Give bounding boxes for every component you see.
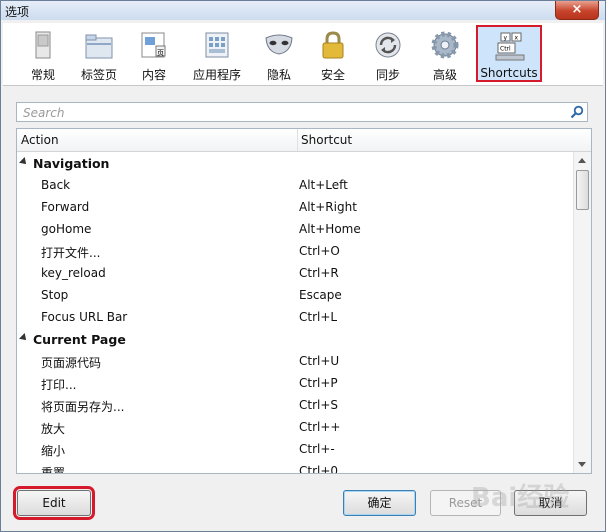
table-row[interactable]: 打开文件... Ctrl+O [17,240,573,262]
shortcut-cell: Ctrl+S [299,398,339,412]
table-header: Action Shortcut [17,129,591,152]
toolbar-label: 常规 [30,68,55,82]
toolbar-privacy[interactable]: 隐私 [253,26,305,82]
shortcut-cell: Ctrl+P [299,376,338,390]
edit-button[interactable]: Edit [13,486,95,520]
shortcut-cell: Escape [299,288,342,302]
shortcut-cell: Ctrl++ [299,420,341,434]
options-window: 选项 × 常规 标签页 页 内容 应用程序 隐私 安全 同步 高级 y x Ct… [0,0,606,532]
toolbar-general[interactable]: 常规 [17,26,69,82]
action-cell: 将页面另存为... [41,400,125,414]
shortcut-cell: Alt+Home [299,222,361,236]
action-cell: Focus URL Bar [41,310,128,324]
search-icon[interactable] [570,105,584,119]
table-row[interactable]: key_reload Ctrl+R [17,262,573,284]
scroll-up-icon[interactable] [578,158,586,163]
table-row[interactable]: 放大 Ctrl++ [17,416,573,438]
action-cell: 页面源代码 [41,356,102,370]
column-header-shortcut[interactable]: Shortcut [301,133,352,147]
shortcut-cell: Ctrl+- [299,442,335,456]
search-box [16,102,588,122]
shortcut-cell: Ctrl+O [299,244,340,258]
search-input[interactable] [21,104,565,122]
shortcut-cell: Ctrl+R [299,266,339,280]
applications-icon [205,32,229,58]
watermark: Bai经验 [471,483,570,513]
lock-icon [322,31,344,59]
toolbar-label: 隐私 [266,68,291,82]
action-cell: 打印... [41,378,77,392]
action-cell: 打开文件... [41,246,101,260]
toolbar-advanced[interactable]: 高级 [419,26,471,82]
toolbar-sync[interactable]: 同步 [362,26,414,82]
action-cell: Back [41,178,71,192]
table-row[interactable]: 缩小 Ctrl+- [17,438,573,460]
switch-icon [35,31,51,59]
title-bar: 选项 × [1,1,605,20]
gear-icon [431,31,459,59]
shortcut-cell: Alt+Left [299,178,348,192]
toolbar-label: 内容 [141,68,166,82]
table-row[interactable]: Forward Alt+Right [17,196,573,218]
toolbar-tabs[interactable]: 标签页 [73,26,125,82]
action-cell: Stop [41,288,69,302]
close-button[interactable]: × [555,1,599,20]
keycap-ctrl: Ctrl [500,46,511,53]
table-row[interactable]: 重置 Ctrl+0 [17,460,573,474]
group-row-navigation[interactable]: Navigation [17,152,573,174]
table-row[interactable]: 页面源代码 Ctrl+U [17,350,573,372]
shortcut-cell: Ctrl+L [299,310,338,324]
toolbar-label: 同步 [375,68,400,82]
group-row-current-page[interactable]: Current Page [17,328,573,350]
table-row[interactable]: 打印... Ctrl+P [17,372,573,394]
action-cell: key_reload [41,266,106,280]
ok-button[interactable]: 确定 [343,490,416,516]
mask-icon [265,34,293,55]
keycap-x: x [515,35,519,42]
scroll-down-icon[interactable] [578,462,586,467]
column-header-action[interactable]: Action [21,133,59,147]
table-row[interactable]: Back Alt+Left [17,174,573,196]
shortcuts-table: Action Shortcut Navigation Back Alt+Left … [16,128,592,474]
table-row[interactable]: goHome Alt+Home [17,218,573,240]
tabs-icon [85,34,113,59]
table-row[interactable]: Focus URL Bar Ctrl+L [17,306,573,328]
shortcut-cell: Alt+Right [299,200,357,214]
scroll-thumb[interactable] [576,170,589,210]
table-body: Navigation Back Alt+Left Forward Alt+Right… [17,152,573,474]
toolbar-shortcuts[interactable]: y x Ctrl Shortcuts [476,25,542,82]
vertical-scrollbar[interactable] [573,152,591,473]
toolbar-label: 安全 [320,68,345,82]
options-toolbar: 常规 标签页 页 内容 应用程序 隐私 安全 同步 高级 y x Ctrl Sh… [3,23,603,86]
table-row[interactable]: Stop Escape [17,284,573,306]
toolbar-label: 应用程序 [192,68,241,82]
action-cell: 重置 [41,466,66,474]
collapse-triangle-icon[interactable] [19,333,29,343]
action-cell: 缩小 [41,444,66,458]
shortcut-cell: Ctrl+0 [299,464,339,474]
action-cell: Forward [41,200,90,214]
collapse-triangle-icon[interactable] [19,157,29,167]
toolbar-applications[interactable]: 应用程序 [191,26,243,82]
action-cell: goHome [41,222,92,236]
keyboard-icon: y x Ctrl [495,32,525,61]
svg-text:页: 页 [157,49,164,57]
toolbar-label: Shortcuts [480,66,538,80]
group-label: Navigation [33,156,110,171]
toolbar-label: 高级 [432,68,457,82]
content-icon: 页 [141,32,166,58]
column-divider[interactable] [297,129,298,151]
toolbar-security[interactable]: 安全 [307,26,359,82]
group-label: Current Page [33,332,126,347]
action-cell: 放大 [41,422,66,436]
keycap-y: y [504,35,508,42]
table-row[interactable]: 将页面另存为... Ctrl+S [17,394,573,416]
toolbar-content[interactable]: 页 内容 [128,26,180,82]
toolbar-label: 标签页 [80,68,117,82]
window-title: 选项 [5,5,30,19]
shortcut-cell: Ctrl+U [299,354,340,368]
sync-icon [375,32,401,58]
